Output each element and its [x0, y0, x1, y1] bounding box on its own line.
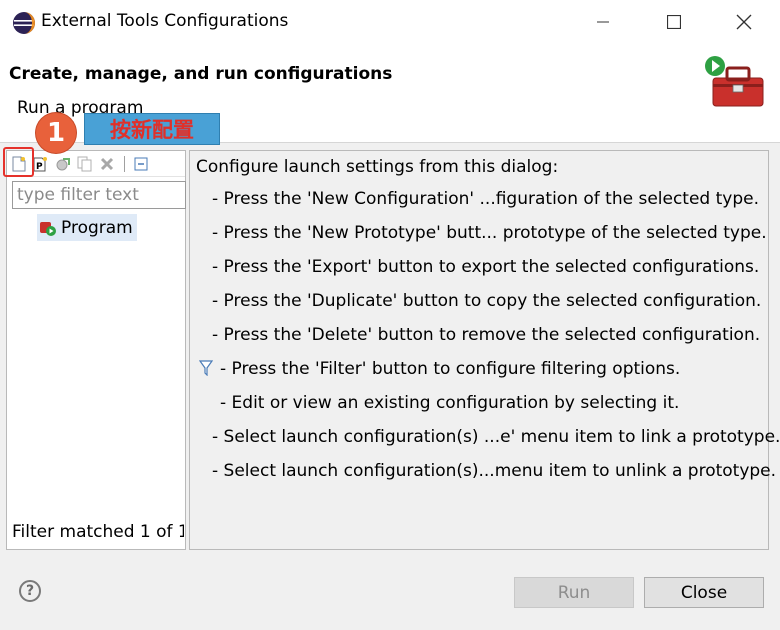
step-number-badge: 1 — [36, 113, 76, 153]
toolbox-run-icon — [705, 56, 764, 107]
close-window-button[interactable] — [721, 0, 767, 44]
duplicate-button[interactable] — [75, 154, 95, 174]
export-icon — [56, 158, 70, 171]
tree-item-label: Program — [61, 217, 133, 238]
help-line: - Press the 'Filter' button to configure… — [220, 359, 681, 379]
delete-icon — [100, 157, 114, 171]
help-icon[interactable]: ? — [19, 580, 41, 602]
help-panel: Configure launch settings from this dial… — [189, 150, 780, 550]
title-bar: External Tools Configurations — [0, 0, 780, 44]
filter-status: Filter matched 1 of 1 — [12, 522, 184, 542]
maximize-icon — [667, 15, 681, 29]
svg-text:P: P — [36, 162, 43, 172]
configuration-list-panel: P type filter text Program Filter matche… — [6, 150, 186, 550]
maximize-button[interactable] — [651, 0, 697, 44]
header-title: Create, manage, and run configurations — [9, 64, 393, 84]
new-prototype-button[interactable]: P — [31, 154, 51, 174]
close-button[interactable]: Close — [644, 577, 764, 608]
help-line: - Select launch configuration(s)...menu … — [212, 461, 777, 481]
help-line: - Press the 'Export' button to export th… — [212, 257, 760, 277]
help-intro: Configure launch settings from this dial… — [196, 157, 559, 177]
help-line: - Press the 'New Prototype' butt... prot… — [212, 223, 767, 243]
help-line: - Press the 'New Configuration' ...figur… — [212, 189, 760, 209]
collapse-all-icon — [134, 157, 148, 171]
export-button[interactable] — [53, 154, 73, 174]
duplicate-icon — [77, 156, 92, 172]
program-launch-icon — [40, 221, 56, 236]
minimize-button[interactable] — [580, 0, 626, 44]
new-configuration-highlight — [3, 147, 34, 177]
window-title: External Tools Configurations — [41, 11, 289, 31]
toolbar-separator — [124, 156, 125, 172]
help-line: - Press the 'Delete' button to remove th… — [212, 325, 761, 345]
step-label: 按新配置 — [84, 113, 220, 145]
minimize-icon — [597, 21, 609, 23]
tree-item-program[interactable]: Program — [37, 214, 137, 241]
help-line: - Press the 'Duplicate' button to copy t… — [212, 291, 762, 311]
new-prototype-icon: P — [33, 157, 47, 172]
help-line: - Select launch configuration(s) ...e' m… — [212, 427, 780, 447]
help-line: - Edit or view an existing configuration… — [220, 393, 680, 413]
eclipse-app-icon — [13, 12, 35, 34]
collapse-all-button[interactable] — [131, 154, 151, 174]
run-button[interactable]: Run — [514, 577, 634, 608]
close-icon — [736, 14, 752, 30]
filter-icon — [199, 360, 213, 376]
delete-button[interactable] — [97, 154, 117, 174]
filter-input[interactable] — [12, 181, 186, 209]
